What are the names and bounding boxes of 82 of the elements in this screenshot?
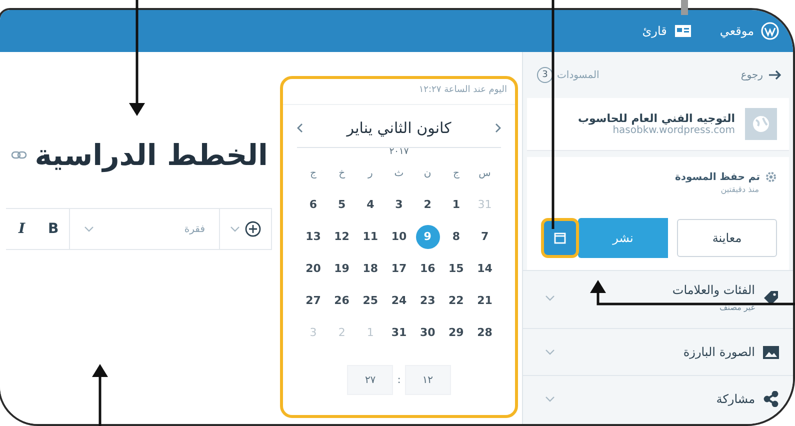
my-site-link[interactable]: موقعي (720, 24, 754, 38)
weekday-label: س (478, 167, 492, 181)
calendar-day[interactable]: 13 (301, 225, 326, 249)
calendar-day[interactable]: 6 (301, 193, 326, 217)
calendar-day[interactable]: 4 (358, 193, 382, 217)
calendar-day[interactable]: 27 (301, 289, 326, 313)
sidebar-section[interactable]: مشاركة (523, 375, 793, 422)
callout-arrow (92, 364, 108, 426)
wordpress-logo-icon[interactable] (761, 22, 779, 40)
chevron-down-icon (230, 226, 240, 232)
calendar-day[interactable]: 11 (358, 225, 382, 249)
calendar-day[interactable]: 19 (330, 257, 354, 281)
schedule-button[interactable] (541, 218, 579, 258)
calendar-day[interactable]: 29 (444, 321, 468, 345)
calendar-day[interactable]: 16 (416, 257, 440, 281)
section-subtitle: غير مصنف (718, 303, 755, 312)
chevron-left-icon[interactable] (297, 123, 304, 133)
save-status: تم حفظ المسودة (674, 172, 760, 182)
post-title[interactable]: الخطط الدراسية (34, 138, 268, 172)
sidebar-section[interactable]: الصورة البارزة (523, 328, 793, 375)
minute-field[interactable]: ٢٧ (347, 365, 394, 395)
calendar-day[interactable]: 12 (330, 225, 354, 249)
weekday-label: خ (338, 167, 346, 181)
image-icon (763, 346, 779, 358)
weekday-label: ث (393, 167, 405, 181)
plus-circle-icon[interactable] (245, 221, 261, 237)
hour-field[interactable]: ١٢ (404, 365, 451, 395)
preview-button[interactable]: معاينة (677, 219, 777, 257)
section-title: مشاركة (716, 392, 755, 406)
section-title: الفئات والعلامات (672, 283, 755, 297)
calendar-day[interactable]: 8 (444, 225, 468, 249)
gear-icon (765, 171, 777, 183)
calendar-day[interactable]: 18 (358, 257, 382, 281)
arrow-icon[interactable] (769, 70, 781, 80)
calendar-day[interactable]: 20 (301, 257, 326, 281)
calendar-day[interactable]: 3 (387, 193, 411, 217)
site-url: hasobkw.wordpress.com (612, 125, 735, 136)
reader-link[interactable]: قارئ (642, 24, 667, 38)
chevron-down-icon (545, 349, 555, 355)
calendar-day[interactable]: 5 (330, 193, 354, 217)
calendar-day[interactable]: 23 (416, 289, 440, 313)
calendar-day[interactable]: 2 (416, 193, 440, 217)
tag-icon (763, 290, 779, 306)
calendar-icon (554, 232, 566, 244)
calendar-day[interactable]: 28 (472, 321, 497, 345)
weekday-label: ن (422, 167, 432, 181)
site-icon (745, 108, 777, 140)
month-title: كانون الثاني يناير (346, 119, 452, 137)
calendar-day[interactable]: 17 (387, 257, 411, 281)
calendar-day[interactable]: 1 (444, 193, 468, 217)
chevron-down-icon (84, 226, 94, 232)
block-type-label: فقرة (184, 224, 205, 234)
link-icon[interactable] (10, 151, 27, 159)
chevron-down-icon (545, 294, 555, 300)
calendar-day[interactable]: 30 (416, 321, 440, 345)
weekday-label: ج (452, 167, 460, 181)
site-name: التوجيه الفني العام للحاسوب (578, 112, 735, 125)
reader-icon[interactable] (674, 24, 692, 38)
share-icon (763, 391, 779, 407)
chevron-right-icon[interactable] (495, 123, 501, 133)
back-link[interactable]: رجوع (740, 70, 763, 80)
bold-button[interactable]: B (38, 221, 70, 237)
chevron-down-icon (545, 396, 555, 402)
drafts-count: 3 (537, 67, 553, 83)
calendar-day[interactable]: 14 (472, 257, 497, 281)
calendar-day[interactable]: 7 (472, 225, 497, 249)
year-label: ٢٠١٧ (297, 147, 501, 157)
calendar-day[interactable]: 15 (444, 257, 468, 281)
calendar-day[interactable]: 31 (387, 321, 411, 345)
current-time-caption: اليوم عند الساعة ١٢:٢٧ (283, 79, 515, 105)
weekday-label: ر (366, 167, 374, 181)
calendar-day[interactable]: 24 (387, 289, 411, 313)
calendar-day[interactable]: 21 (472, 289, 497, 313)
italic-button[interactable]: I (6, 221, 38, 237)
time-separator: : (397, 374, 401, 386)
calendar-day[interactable]: 26 (330, 289, 354, 313)
calendar-day[interactable]: 10 (387, 225, 411, 249)
calendar-day[interactable]: 22 (444, 289, 468, 313)
weekday-label: ج (308, 167, 318, 181)
section-title: الصورة البارزة (683, 345, 755, 359)
save-time: منذ دقيقتين (720, 185, 760, 194)
calendar-day[interactable]: 25 (358, 289, 382, 313)
